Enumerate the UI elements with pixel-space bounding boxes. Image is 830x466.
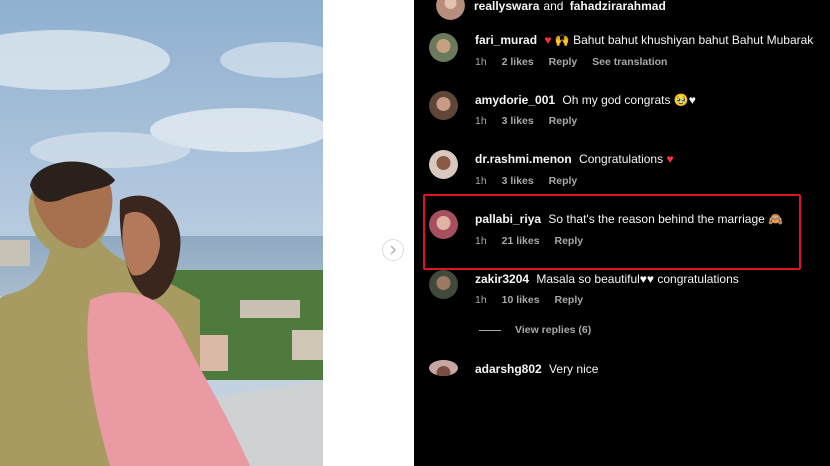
chevron-right-icon xyxy=(390,245,396,255)
comment-text: fari_murad ♥ 🙌 Bahut bahut khushiyan bah… xyxy=(475,32,813,48)
comment-meta: 1h 3 likes Reply xyxy=(475,174,589,188)
reply-button[interactable]: Reply xyxy=(549,115,578,127)
comment-username[interactable]: amydorie_001 xyxy=(475,93,555,107)
comment-time: 1h xyxy=(475,56,487,68)
comment-username[interactable]: fari_murad xyxy=(475,33,537,47)
next-arrow-button[interactable] xyxy=(382,239,404,261)
post-authors: reallyswara and fahadzirarahmad xyxy=(474,0,670,14)
comment-text: amydorie_001 Oh my god congrats 🥹♥ xyxy=(475,92,696,108)
emoji: 🥹♥ xyxy=(673,93,696,107)
avatar[interactable] xyxy=(429,91,458,120)
avatar[interactable] xyxy=(429,270,458,299)
comment-body: Masala so beautiful♥♥ congratulations xyxy=(536,272,739,286)
comment-meta: 1h 3 likes Reply xyxy=(475,114,589,128)
scroll-mask xyxy=(414,376,830,466)
likes-count[interactable]: 10 likes xyxy=(502,294,540,306)
authors-joiner: and xyxy=(543,0,564,13)
comment-username[interactable]: dr.rashmi.menon xyxy=(475,152,572,166)
comment-body: Congratulations xyxy=(579,152,664,166)
comment-body: Bahut bahut khushiyan bahut Bahut Mubara… xyxy=(573,33,814,47)
comment-text: zakir3204 Masala so beautiful♥♥ congratu… xyxy=(475,271,739,287)
likes-count[interactable]: 3 likes xyxy=(502,175,534,187)
comment-body: Very nice xyxy=(549,362,599,376)
comment-text: adarshg802 Very nice xyxy=(475,361,598,377)
avatar[interactable] xyxy=(429,360,458,376)
comment-time: 1h xyxy=(475,115,487,127)
comment-username[interactable]: adarshg802 xyxy=(475,362,542,376)
post-photo[interactable] xyxy=(0,0,323,466)
highlight-annotation xyxy=(423,194,801,270)
comment-username[interactable]: zakir3204 xyxy=(475,272,529,286)
avatar[interactable] xyxy=(429,150,458,179)
author-username[interactable]: fahadzirarahmad xyxy=(570,0,666,13)
heart-emoji: ♥ xyxy=(666,152,674,166)
comment-meta: 1h 2 likes Reply See translation xyxy=(475,55,679,69)
emoji: ♥ 🙌 xyxy=(544,33,570,47)
view-replies-label: View replies (6) xyxy=(515,324,592,336)
divider-line xyxy=(479,329,501,331)
reply-button[interactable]: Reply xyxy=(549,175,578,187)
reply-button[interactable]: Reply xyxy=(549,56,578,68)
avatar[interactable] xyxy=(436,0,465,20)
comment-time: 1h xyxy=(475,175,487,187)
comment-text: dr.rashmi.menon Congratulations ♥ xyxy=(475,151,674,167)
likes-count[interactable]: 2 likes xyxy=(502,56,534,68)
view-replies-button[interactable]: View replies (6) xyxy=(479,324,591,336)
author-username[interactable]: reallyswara xyxy=(474,0,539,13)
see-translation-link[interactable]: See translation xyxy=(592,56,667,68)
likes-count[interactable]: 3 likes xyxy=(502,115,534,127)
reply-button[interactable]: Reply xyxy=(554,294,583,306)
post-image xyxy=(0,0,323,466)
comment-meta: 1h 10 likes Reply xyxy=(475,293,595,307)
comment-body: Oh my god congrats xyxy=(562,93,671,107)
avatar[interactable] xyxy=(429,33,458,62)
comment-time: 1h xyxy=(475,294,487,306)
